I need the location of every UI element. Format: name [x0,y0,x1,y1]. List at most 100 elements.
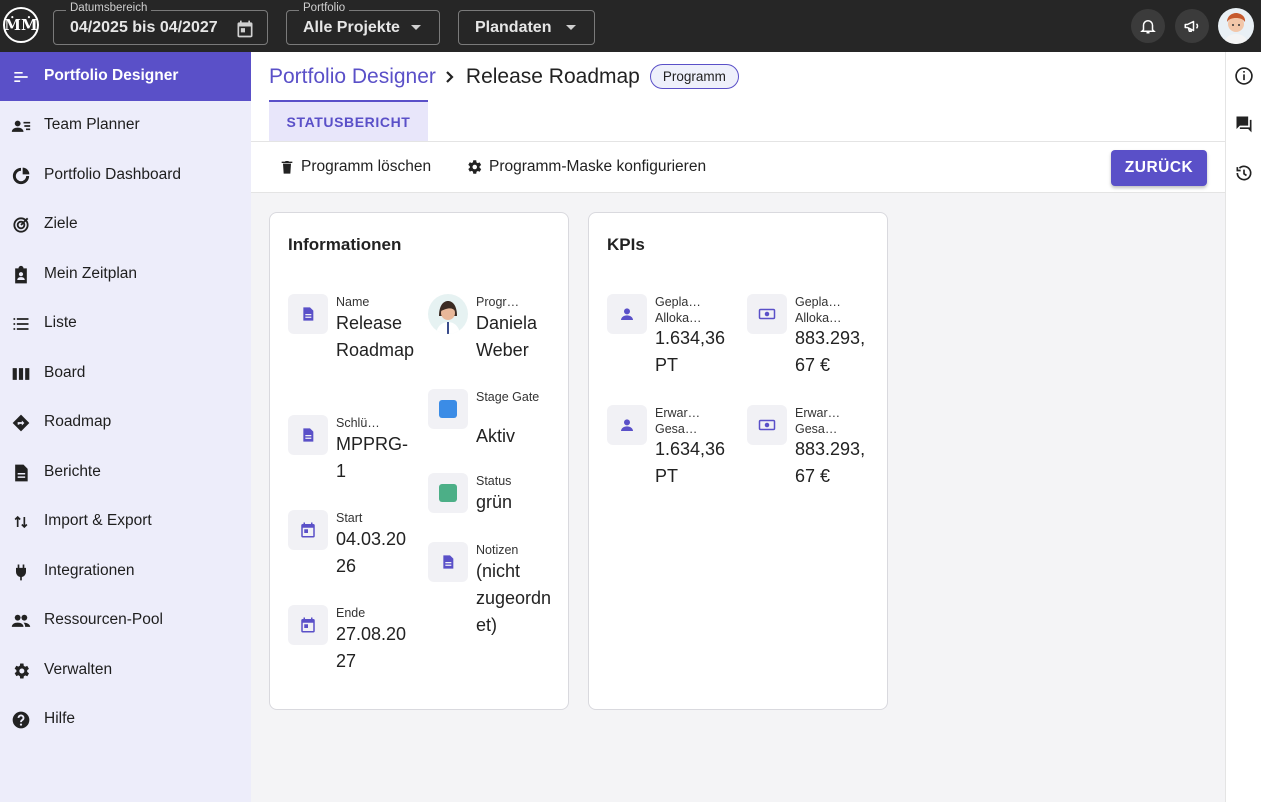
back-button[interactable]: ZURÜCK [1111,150,1207,186]
field-value: (nicht zugeordnet) [476,561,552,635]
sidebar-item-hilfe[interactable]: Hilfe [0,695,251,744]
page-header: Portfolio Designer Release Roadmap Progr… [251,52,1225,193]
sidebar-item-ziele[interactable]: Ziele [0,200,251,249]
field-label: Ende [336,606,366,620]
roadmap-icon [12,414,30,432]
chevron-right-icon [446,70,454,83]
calendar-icon [288,510,328,550]
kpi-value: 1.634,36 PT [655,439,726,486]
calendar-icon[interactable] [235,19,255,39]
right-rail [1225,52,1261,802]
field-label: Name [336,295,370,309]
kpi-label: Gepla… Alloka… [655,295,702,325]
sidebar-item-portfolio-designer[interactable]: Portfolio Designer [0,52,251,101]
chevron-down-icon [411,25,421,30]
megaphone-icon [1184,20,1199,32]
sidebar-item-label: Ziele [44,215,78,232]
dataset-value: Plandaten [475,18,552,36]
sidebar: Portfolio Designer Team Planner Portfoli… [0,52,251,802]
date-range-value: 04/2025 bis 04/2027 [70,18,218,36]
kpi-label: Gepla… Alloka… [795,295,842,325]
notifications-button[interactable] [1131,9,1165,43]
document-icon [288,294,328,334]
field-label: Schlü… [336,416,380,430]
type-chip: Programm [649,64,739,89]
sidebar-item-label: Verwalten [44,661,113,678]
status-color-swatch [428,473,468,513]
sidebar-item-label: Team Planner [44,116,140,133]
breadcrumb-root-link[interactable]: Portfolio Designer [269,65,436,89]
help-icon [12,711,30,729]
plug-icon [15,564,27,581]
document-icon [288,415,328,455]
portfolio-value: Alle Projekte [303,18,400,36]
user-avatar[interactable] [1218,8,1254,44]
field-label: Status [476,474,512,488]
sidebar-item-berichte[interactable]: Berichte [0,448,251,497]
sidebar-item-mein-zeitplan[interactable]: Mein Zeitplan [0,250,251,299]
sidebar-item-import-export[interactable]: Import & Export [0,497,251,546]
action-toolbar: Programm löschen Programm-Maske konfigur… [251,141,1225,193]
sidebar-item-liste[interactable]: Liste [0,299,251,348]
trash-icon [281,161,293,174]
announcements-button[interactable] [1175,9,1209,43]
gear-icon [468,160,482,174]
kpi-value: 883.293,67 € [795,328,866,375]
delete-program-button[interactable]: Programm löschen [279,158,431,176]
money-icon [747,405,787,445]
field-label: Start [336,511,363,525]
people-icon [11,614,31,627]
field-value: Aktiv [476,426,516,446]
bell-icon [1140,20,1156,34]
date-range-field[interactable]: Datumsbereich 04/2025 bis 04/2027 [53,2,268,45]
target-icon [13,217,29,233]
field-label: Stage Gate [476,390,540,404]
stage-color-swatch [428,389,468,429]
field-value: Daniela Weber [476,313,538,360]
history-icon[interactable] [1234,163,1254,183]
document-icon [428,542,468,582]
sidebar-item-ressourcen-pool[interactable]: Ressourcen-Pool [0,596,251,645]
breadcrumb: Portfolio Designer Release Roadmap Progr… [269,64,739,89]
field-label: Notizen [476,543,519,557]
dashboard-icon [12,167,30,185]
sidebar-item-label: Berichte [44,463,101,480]
top-bar: ṀṀ Datumsbereich 04/2025 bis 04/2027 Por… [0,0,1261,52]
comments-icon[interactable] [1234,114,1254,134]
report-icon [15,464,28,482]
info-card: Informationen Name Release Roadmap Schlü… [269,212,569,710]
tab-statusbericht[interactable]: STATUSBERICHT [269,100,428,141]
person-icon [607,294,647,334]
sidebar-item-portfolio-dashboard[interactable]: Portfolio Dashboard [0,151,251,200]
portfolio-select[interactable]: Portfolio Alle Projekte [286,2,440,45]
dataset-select[interactable]: Plandaten [458,10,595,45]
kpi-card-title: KPIs [607,235,645,254]
sidebar-item-verwalten[interactable]: Verwalten [0,646,251,695]
board-icon [12,368,30,380]
date-range-legend: Datumsbereich [66,2,152,14]
sidebar-item-label: Integrationen [44,562,135,579]
sidebar-item-roadmap[interactable]: Roadmap [0,398,251,447]
configure-mask-button[interactable]: Programm-Maske konfigurieren [465,158,706,176]
kpi-label: Erwar… Gesa… [655,406,701,436]
import-export-icon [14,515,28,529]
sidebar-item-label: Liste [44,314,77,331]
field-label: Progr… [476,295,520,309]
sidebar-item-integrationen[interactable]: Integrationen [0,547,251,596]
sidebar-item-label: Portfolio Designer [44,67,179,84]
info-icon[interactable] [1234,66,1254,86]
calendar-icon [288,605,328,645]
portfolio-legend: Portfolio [299,2,350,14]
field-value: 27.08.2027 [336,624,407,671]
sidebar-item-board[interactable]: Board [0,349,251,398]
kpi-card: KPIs Gepla… Alloka… 1.634,36 PT Gepla… A… [588,212,888,710]
field-value: MPPRG-1 [336,434,408,481]
main-content: Portfolio Designer Release Roadmap Progr… [251,52,1225,802]
money-icon [747,294,787,334]
app-logo[interactable]: ṀṀ [3,7,39,43]
sidebar-item-team-planner[interactable]: Team Planner [0,101,251,150]
designer-icon [14,72,28,82]
sidebar-item-label: Ressourcen-Pool [44,611,163,628]
kpi-label: Erwar… Gesa… [795,406,841,436]
sidebar-item-label: Roadmap [44,413,112,430]
